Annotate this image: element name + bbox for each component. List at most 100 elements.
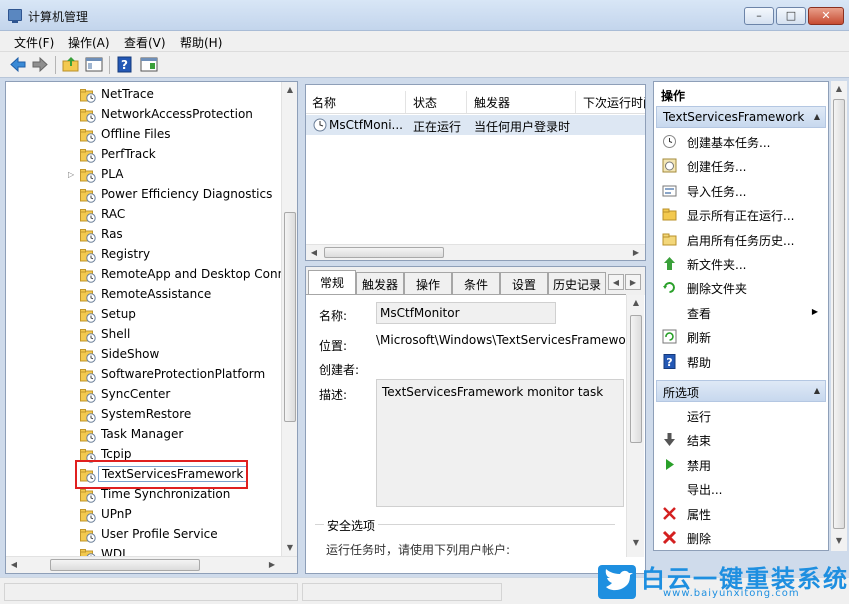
action-pane-icon[interactable] [140,56,158,73]
task-folder-icon [80,428,96,443]
column-header-name[interactable]: 名称 [306,91,406,113]
tree-item[interactable]: SideShow [6,345,282,365]
action-item[interactable]: 删除文件夹 [656,276,826,300]
tab-triggers[interactable]: 触发器 [356,272,404,294]
forward-icon[interactable] [31,56,49,73]
action-item[interactable]: 创建基本任务... [656,130,826,154]
collapse-up-icon[interactable]: ▲ [814,386,820,395]
scroll-right-arrow-icon[interactable]: ▶ [264,557,280,573]
tree-horizontal-scrollbar[interactable]: ◀ ▶ [6,556,297,573]
action-item[interactable]: ?帮助 [656,350,826,374]
tree-item[interactable]: PerfTrack [6,145,282,165]
scroll-down-arrow-icon[interactable]: ▼ [628,535,644,551]
action-item[interactable]: 创建任务... [656,154,826,178]
scroll-right-arrow-icon[interactable]: ▶ [628,245,644,260]
scroll-up-arrow-icon[interactable]: ▲ [282,82,297,98]
menu-file[interactable]: 文件(F) [11,33,57,52]
actions-section-selected[interactable]: 所选项 ▲ [656,380,826,402]
tab-actions[interactable]: 操作 [404,272,452,294]
scroll-down-arrow-icon[interactable]: ▼ [831,533,847,549]
tree-item[interactable]: Registry [6,245,282,265]
tree-item[interactable]: RemoteApp and Desktop Conn [6,265,282,285]
tree-item[interactable]: Setup [6,305,282,325]
tab-scroll-right-icon[interactable]: ▶ [625,274,641,290]
description-field[interactable]: TextServicesFramework monitor task [376,379,624,507]
scroll-thumb[interactable] [284,212,296,422]
task-folder-icon [80,508,96,523]
tree-item[interactable]: NetTrace [6,85,282,105]
action-item[interactable]: 删除 [656,526,826,550]
menu-action[interactable]: 操作(A) [65,33,113,52]
actions-section-textservicesframework[interactable]: TextServicesFramework ▲ [656,106,826,128]
help-icon[interactable]: ? [116,56,134,73]
action-item[interactable]: 属性 [656,502,826,526]
menu-view[interactable]: 查看(V) [121,33,169,52]
refresh-icon [662,329,677,344]
properties-vertical-scrollbar[interactable]: ▲ ▼ [626,295,644,557]
tree-vertical-scrollbar[interactable]: ▲ ▼ [281,82,297,556]
actions-vertical-scrollbar[interactable]: ▲ ▼ [831,81,847,551]
up-folder-icon[interactable] [62,56,80,73]
action-item[interactable]: 显示所有正在运行... [656,203,826,227]
back-icon[interactable] [9,56,27,73]
tree-item[interactable]: User Profile Service [6,525,282,545]
task-list-horizontal-scrollbar[interactable]: ◀ ▶ [306,244,645,260]
tab-scroll-left-icon[interactable]: ◀ [608,274,624,290]
watermark-bird-logo-icon [598,565,636,599]
maximize-button[interactable]: □ [776,7,806,25]
tree-item[interactable]: Task Manager [6,425,282,445]
action-item[interactable]: ?帮助 [656,550,826,551]
tree-item[interactable]: RemoteAssistance [6,285,282,305]
column-header-trigger[interactable]: 触发器 [468,91,576,113]
scroll-up-arrow-icon[interactable]: ▲ [831,81,847,97]
column-header-status[interactable]: 状态 [407,91,467,113]
tab-history[interactable]: 历史记录 [548,272,606,294]
tree-item[interactable]: ▷ PLA [6,165,282,185]
action-item-label: 显示所有正在运行... [687,209,795,224]
scroll-thumb[interactable] [324,247,444,258]
tree-item[interactable]: SystemRestore [6,405,282,425]
scroll-left-arrow-icon[interactable]: ◀ [306,245,322,260]
tab-conditions[interactable]: 条件 [452,272,500,294]
scroll-up-arrow-icon[interactable]: ▲ [628,295,644,311]
minimize-button[interactable]: – [744,7,774,25]
tree-item[interactable]: NetworkAccessProtection [6,105,282,125]
expand-arrow-icon[interactable]: ▷ [68,170,74,179]
tree-item[interactable]: WDI [6,545,282,556]
action-item-label: 删除文件夹 [687,282,748,297]
scroll-thumb[interactable] [50,559,200,571]
scroll-down-arrow-icon[interactable]: ▼ [282,540,297,556]
tree-item-label: SideShow [101,347,160,361]
action-item[interactable]: 查看 ▶ [656,301,826,325]
collapse-up-icon[interactable]: ▲ [814,112,820,121]
action-item[interactable]: 禁用 [656,453,826,477]
close-button[interactable]: ✕ [808,7,844,25]
action-item[interactable]: 新文件夹... [656,252,826,276]
tree-item-label: Power Efficiency Diagnostics [101,187,273,201]
task-status: 正在运行 [413,120,462,134]
scroll-thumb[interactable] [630,315,642,443]
show-hide-tree-icon[interactable] [85,56,103,73]
tree-item[interactable]: Ras [6,225,282,245]
table-row[interactable]: MsCtfMoni... 正在运行 当任何用户登录时 [306,115,645,135]
menu-help[interactable]: 帮助(H) [177,33,225,52]
tree-item[interactable]: Offline Files [6,125,282,145]
tree-item[interactable]: UPnP [6,505,282,525]
action-item[interactable]: 刷新 [656,325,826,349]
action-item[interactable]: 导出... [656,477,826,501]
scroll-thumb[interactable] [833,99,845,529]
tab-settings[interactable]: 设置 [500,272,548,294]
column-header-next-run[interactable]: 下次运行时间 [577,91,645,113]
action-item[interactable]: 运行 [656,404,826,428]
tree-item[interactable]: Power Efficiency Diagnostics [6,185,282,205]
tree-item[interactable]: Shell [6,325,282,345]
action-item[interactable]: 导入任务... [656,179,826,203]
tree-item[interactable]: SoftwareProtectionPlatform [6,365,282,385]
tree-item[interactable]: RAC [6,205,282,225]
tab-general[interactable]: 常规 [308,270,356,295]
name-field[interactable]: MsCtfMonitor [376,302,556,324]
action-item[interactable]: 启用所有任务历史... [656,228,826,252]
scroll-left-arrow-icon[interactable]: ◀ [6,557,22,573]
action-item[interactable]: 结束 [656,428,826,452]
tree-item[interactable]: SyncCenter [6,385,282,405]
